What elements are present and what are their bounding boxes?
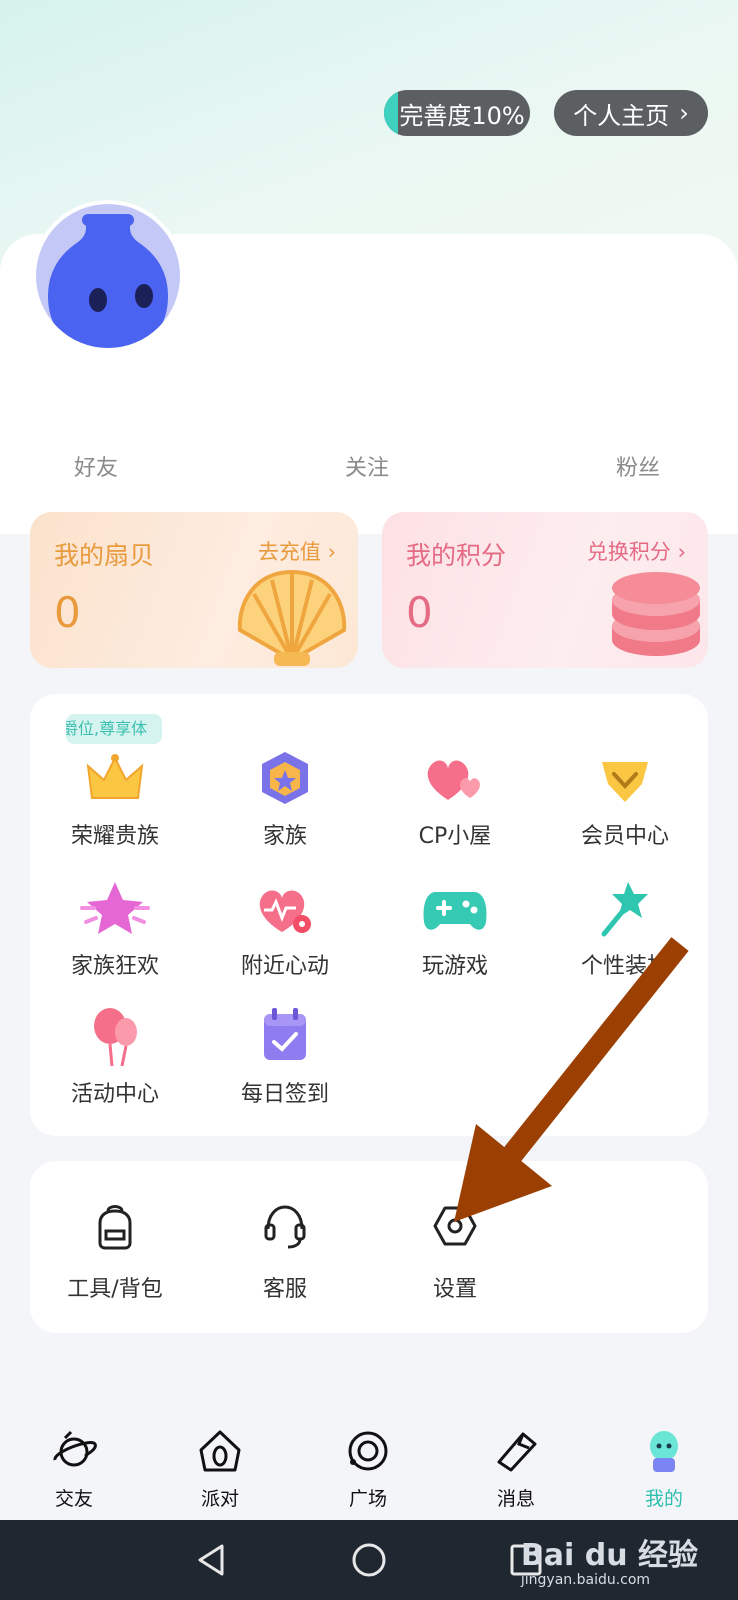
hearts-icon bbox=[427, 760, 480, 800]
exchange-points-link[interactable]: 兑换积分 › bbox=[587, 536, 686, 566]
feature-label: 个性装扮 bbox=[580, 954, 669, 979]
feature-games[interactable]: 玩游戏 bbox=[370, 878, 540, 980]
tool-label: 工具/背包 bbox=[67, 1277, 163, 1302]
feature-nearby[interactable]: 附近心动 bbox=[200, 878, 370, 980]
planet-icon bbox=[53, 1430, 97, 1467]
avatar[interactable] bbox=[32, 200, 184, 352]
vip-diamond-icon bbox=[602, 762, 648, 802]
following-stat[interactable]: 关注 bbox=[345, 450, 389, 482]
avatar-image bbox=[36, 204, 180, 348]
tab-square[interactable]: 广场 bbox=[308, 1428, 428, 1511]
feature-family[interactable]: 家族 bbox=[200, 748, 370, 850]
feature-label: 家族 bbox=[262, 824, 307, 849]
personal-homepage-button[interactable]: 个人主页 › bbox=[554, 90, 708, 136]
tools-card: 工具/背包 客服 设置 bbox=[30, 1161, 708, 1333]
system-navigation-bar: Bai du 经验 jingyan.baidu.com bbox=[0, 1520, 738, 1600]
friends-stat[interactable]: 好友 bbox=[74, 450, 118, 482]
home-circle-icon[interactable] bbox=[349, 1540, 389, 1580]
shells-title: 我的扇贝 bbox=[54, 541, 155, 570]
watermark-logo: Bai du 经验 bbox=[520, 1538, 698, 1573]
bottle-mascot-icon bbox=[48, 214, 168, 348]
settings-hex-icon bbox=[433, 1206, 477, 1246]
fans-stat[interactable]: 粉丝 bbox=[616, 450, 660, 482]
tool-label: 客服 bbox=[262, 1277, 307, 1302]
backpack-icon bbox=[98, 1205, 132, 1250]
tool-backpack[interactable]: 工具/背包 bbox=[30, 1201, 200, 1303]
watermark: Bai du 经验 jingyan.baidu.com bbox=[521, 1530, 698, 1588]
completion-label: 完善度10% bbox=[399, 101, 525, 130]
tab-mine[interactable]: 我的 bbox=[604, 1428, 724, 1511]
social-stats: 好友 关注 粉丝 bbox=[0, 450, 738, 486]
star-icon bbox=[80, 882, 150, 934]
feature-noble[interactable]: 荣耀贵族 bbox=[30, 748, 200, 850]
feature-activity-center[interactable]: 活动中心 bbox=[30, 1006, 200, 1108]
personal-homepage-label: 个人主页 bbox=[573, 101, 670, 130]
shell-icon bbox=[237, 569, 347, 666]
coin-stack-icon bbox=[612, 572, 700, 656]
tab-make-friends[interactable]: 交友 bbox=[14, 1428, 134, 1511]
tool-label: 设置 bbox=[432, 1277, 477, 1302]
recharge-link-label: 去充值 bbox=[257, 540, 321, 564]
tab-label: 广场 bbox=[348, 1488, 387, 1510]
promo-badge: 爵位,尊享体 bbox=[66, 714, 162, 744]
bottom-tab-bar: 交友 派对 广场 消息 我的 bbox=[0, 1410, 738, 1520]
feature-label: 每日签到 bbox=[240, 1082, 329, 1107]
back-triangle-icon[interactable] bbox=[192, 1540, 232, 1580]
chevron-right-icon: › bbox=[679, 99, 689, 127]
feature-label: 玩游戏 bbox=[421, 954, 488, 979]
feature-label: 附近心动 bbox=[240, 954, 329, 979]
headset-icon bbox=[264, 1205, 306, 1249]
tab-messages[interactable]: 消息 bbox=[456, 1428, 576, 1511]
tool-customer-service[interactable]: 客服 bbox=[200, 1201, 370, 1303]
magic-wand-icon bbox=[601, 882, 648, 937]
feature-label: 家族狂欢 bbox=[70, 954, 159, 979]
feature-cp-room[interactable]: CP小屋 bbox=[370, 748, 540, 850]
feature-label: 会员中心 bbox=[580, 824, 669, 849]
crown-icon bbox=[86, 754, 144, 799]
message-note-icon bbox=[497, 1432, 537, 1472]
exchange-points-label: 兑换积分 bbox=[586, 540, 671, 564]
features-card: 爵位,尊享体 荣耀贵族 家族 CP小屋 会员中心 家族狂欢 附近心动 玩游戏 个… bbox=[30, 694, 708, 1136]
balloons-icon bbox=[94, 1008, 137, 1067]
square-orbit-icon bbox=[348, 1431, 388, 1471]
tool-settings[interactable]: 设置 bbox=[370, 1201, 540, 1303]
feature-dress-up[interactable]: 个性装扮 bbox=[540, 878, 710, 980]
feature-vip-center[interactable]: 会员中心 bbox=[540, 748, 710, 850]
shells-value: 0 bbox=[54, 588, 81, 637]
gamepad-icon bbox=[423, 892, 487, 930]
family-badge-icon bbox=[262, 752, 308, 804]
tab-label: 我的 bbox=[644, 1488, 683, 1510]
heart-location-icon bbox=[259, 890, 311, 933]
feature-daily-checkin[interactable]: 每日签到 bbox=[200, 1006, 370, 1108]
tab-party[interactable]: 派对 bbox=[160, 1428, 280, 1511]
mine-avatar-icon bbox=[650, 1431, 678, 1472]
feature-family-carnival[interactable]: 家族狂欢 bbox=[30, 878, 200, 980]
party-house-icon bbox=[199, 1430, 241, 1472]
completion-progress-fill bbox=[384, 90, 398, 136]
feature-label: 活动中心 bbox=[70, 1082, 159, 1107]
watermark-domain: jingyan.baidu.com bbox=[520, 1572, 651, 1588]
shells-wallet-card[interactable]: 我的扇贝 去充值 › 0 bbox=[30, 512, 358, 668]
tab-label: 消息 bbox=[496, 1488, 535, 1510]
points-value: 0 bbox=[406, 588, 433, 637]
recharge-link[interactable]: 去充值 › bbox=[258, 536, 336, 566]
feature-label: 荣耀贵族 bbox=[70, 824, 159, 849]
profile-completion-badge[interactable]: 完善度10% bbox=[384, 90, 530, 136]
tab-label: 派对 bbox=[200, 1488, 239, 1510]
calendar-check-icon bbox=[264, 1008, 306, 1060]
points-wallet-card[interactable]: 我的积分 兑换积分 › 0 bbox=[382, 512, 708, 668]
points-title: 我的积分 bbox=[406, 541, 507, 570]
tab-label: 交友 bbox=[54, 1488, 93, 1510]
feature-label: CP小屋 bbox=[418, 824, 492, 849]
